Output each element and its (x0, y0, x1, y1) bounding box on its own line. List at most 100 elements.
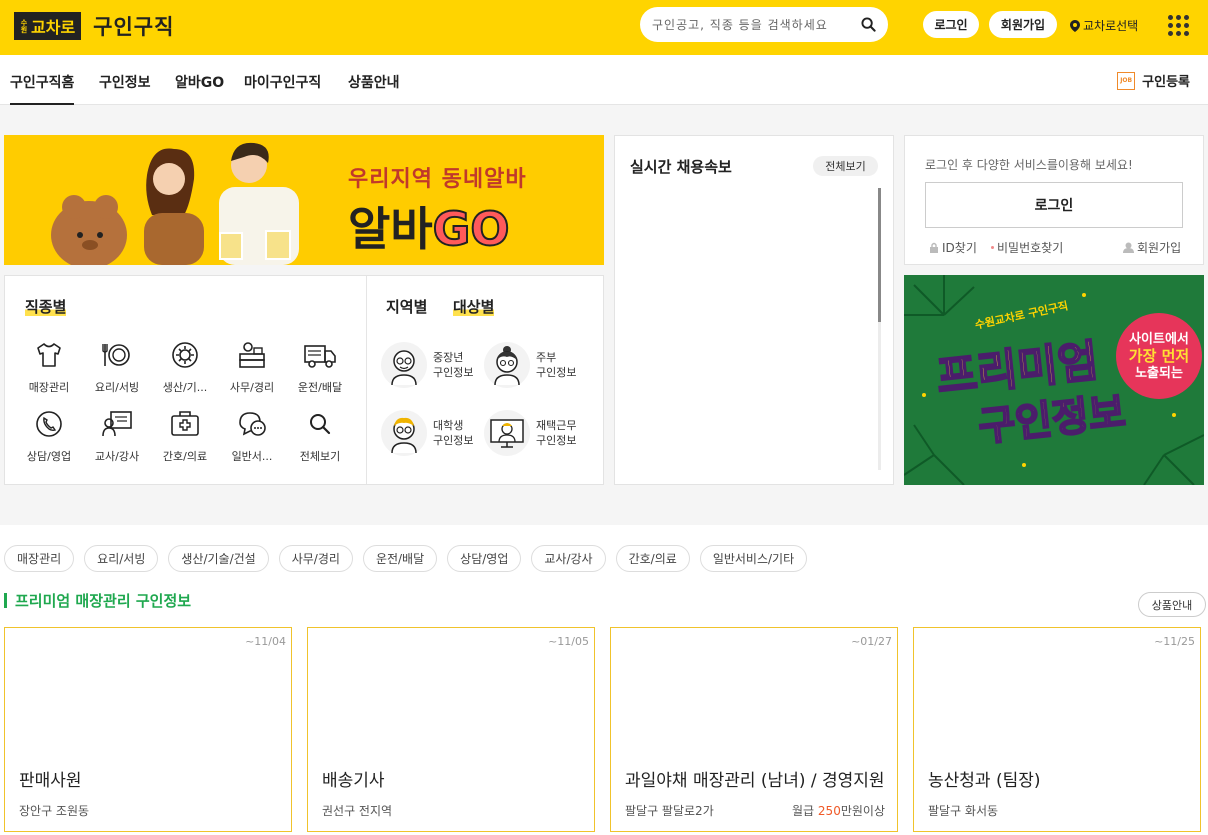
chip-store[interactable]: 매장관리 (4, 545, 75, 572)
all-menu-icon[interactable] (1168, 15, 1189, 36)
category-divider (366, 276, 367, 484)
category-item-medical[interactable]: 간호/의료 (155, 409, 215, 464)
category-item-store[interactable]: 매장관리 (19, 340, 79, 395)
search-box[interactable]: 구인공고, 직종 등을 검색하세요 (640, 7, 888, 42)
desk-icon (239, 342, 265, 368)
job-card[interactable]: ~11/25 농산청과 (팀장) 팔달구 화서동 (913, 627, 1201, 832)
product-info-button[interactable]: 상품안내 (1138, 592, 1206, 617)
find-password-label: 비밀번호찾기 (997, 241, 1064, 255)
login-panel: 로그인 후 다양한 서비스를이용해 보세요! 로그인 ID찾기 비밀번호찾기 회… (904, 135, 1204, 265)
main-nav: 구인구직홈 구인정보 알바GO 마이구인구직 상품안내 JOB 구인등록 (0, 55, 1208, 105)
logo-small-text: 수원 (20, 19, 28, 33)
category-label: 일반서... (231, 450, 273, 463)
category-heading-label: 직종별 (25, 298, 67, 316)
register-label: 구인등록 (1142, 75, 1190, 90)
card-title: 과일야채 매장관리 (남녀) / 경영지원 (625, 771, 885, 791)
realtime-view-all-button[interactable]: 전체보기 (813, 156, 878, 176)
card-date: ~11/05 (548, 635, 589, 648)
login-button[interactable]: 로그인 (923, 11, 979, 38)
signup-button[interactable]: 회원가입 (989, 11, 1057, 38)
albago-banner[interactable]: 우리지역 동네알바 알바GO (4, 135, 604, 265)
target-line1: 주부 (536, 351, 557, 364)
shirt-icon (37, 343, 61, 367)
category-item-office[interactable]: 사무/경리 (222, 340, 282, 395)
card-date: ~01/27 (851, 635, 892, 648)
category-item-sales[interactable]: 상담/영업 (19, 409, 79, 464)
nav-item-my-jobs[interactable]: 마이구인구직 (244, 72, 321, 92)
category-label: 사무/경리 (229, 381, 275, 394)
remote-work-icon (484, 410, 530, 456)
card-location: 장안구 조원동 (19, 804, 90, 818)
find-password-link[interactable]: 비밀번호찾기 (991, 239, 1063, 256)
chip-office[interactable]: 사무/경리 (278, 545, 353, 572)
chip-driving[interactable]: 운전/배달 (362, 545, 438, 572)
site-title: 구인구직 (93, 15, 175, 39)
target-line1: 재택근무 (536, 419, 577, 432)
target-line1: 중장년 (433, 351, 464, 364)
card-date: ~11/25 (1154, 635, 1195, 648)
tab-target[interactable]: 대상별 (453, 296, 495, 317)
target-line1: 대학생 (433, 419, 464, 432)
target-item-remote[interactable]: 재택근무구인정보 (484, 410, 576, 456)
badge-line1: 사이트에서 (1129, 331, 1189, 347)
target-line2: 구인정보 (536, 434, 577, 447)
dish-icon (102, 344, 130, 366)
premium-banner[interactable]: 수원교차로 구인구직 프리미엄 구인정보 사이트에서 가장 먼저 노출되는 (904, 275, 1204, 485)
section-title-bar (4, 593, 7, 608)
card-pay-prefix: 월급 (792, 804, 818, 818)
category-label: 간호/의료 (162, 450, 208, 463)
category-item-service[interactable]: 일반서... (222, 409, 282, 464)
target-item-homemaker[interactable]: 주부구인정보 (484, 342, 576, 388)
target-item-middle-aged[interactable]: 중장년 구인정보 (381, 342, 473, 388)
category-heading[interactable]: 직종별 (25, 296, 67, 317)
gear-icon (172, 342, 198, 368)
search-icon[interactable] (861, 17, 876, 32)
job-card[interactable]: ~11/04 판매사원 장안구 조원동 (4, 627, 292, 832)
middle-aged-icon (381, 342, 427, 388)
student-icon (381, 410, 427, 456)
search-input[interactable]: 구인공고, 직종 등을 검색하세요 (652, 16, 861, 33)
chip-production[interactable]: 생산/기술/건설 (168, 545, 269, 572)
search-icon (310, 414, 331, 435)
card-location: 권선구 전지역 (322, 804, 393, 818)
job-card[interactable]: ~11/05 배송기사 권선구 전지역 (307, 627, 595, 832)
scroll-thumb[interactable] (878, 188, 881, 322)
target-item-student[interactable]: 대학생 구인정보 (381, 410, 473, 456)
category-item-driving[interactable]: 운전/배달 (290, 340, 350, 395)
target-line2: 구인정보 (536, 366, 577, 379)
realtime-scrollbar[interactable] (878, 188, 881, 470)
card-location: 팔달구 화서동 (928, 804, 999, 818)
category-item-cooking[interactable]: 요리/서빙 (87, 340, 147, 395)
category-label: 상담/영업 (26, 450, 72, 463)
logo-text: 교차로 (31, 18, 76, 37)
category-item-teacher[interactable]: 교사/강사 (87, 409, 147, 464)
teacher-icon (102, 411, 132, 437)
category-item-production[interactable]: 생산/기... (155, 340, 215, 395)
chip-sales[interactable]: 상담/영업 (447, 545, 522, 572)
realtime-title: 실시간 채용속보 (630, 158, 732, 176)
location-select[interactable]: 교차로선택 (1070, 17, 1138, 34)
job-card[interactable]: ~01/27 과일야채 매장관리 (남녀) / 경영지원 팔달구 팔달로2가 월… (610, 627, 898, 832)
category-item-all[interactable]: 전체보기 (290, 409, 350, 464)
chip-service[interactable]: 일반서비스/기타 (699, 545, 808, 572)
category-label: 전체보기 (299, 450, 341, 463)
panel-signup-link[interactable]: 회원가입 (1123, 239, 1181, 256)
homemaker-icon (484, 342, 530, 388)
logo-mark: 수원 교차로 (14, 12, 82, 40)
chip-cooking[interactable]: 요리/서빙 (84, 545, 159, 572)
card-location: 팔달구 팔달로2가 (625, 804, 714, 818)
category-label: 요리/서빙 (94, 381, 140, 394)
lock-icon (930, 242, 938, 253)
nav-item-products[interactable]: 상품안내 (348, 72, 400, 92)
tab-region[interactable]: 지역별 (386, 296, 427, 317)
panel-login-button[interactable]: 로그인 (925, 182, 1183, 228)
chip-medical[interactable]: 간호/의료 (615, 545, 690, 572)
register-job-button[interactable]: JOB 구인등록 (1117, 71, 1190, 90)
site-logo[interactable]: 수원 교차로 구인구직 (14, 12, 174, 40)
nav-item-home[interactable]: 구인구직홈 (10, 72, 75, 105)
nav-item-job-info[interactable]: 구인정보 (99, 72, 151, 92)
badge-line2: 가장 먼저 (1128, 346, 1190, 365)
chip-teacher[interactable]: 교사/강사 (531, 545, 606, 572)
find-id-link[interactable]: ID찾기 (929, 239, 977, 256)
nav-item-albago[interactable]: 알바GO (175, 72, 224, 92)
